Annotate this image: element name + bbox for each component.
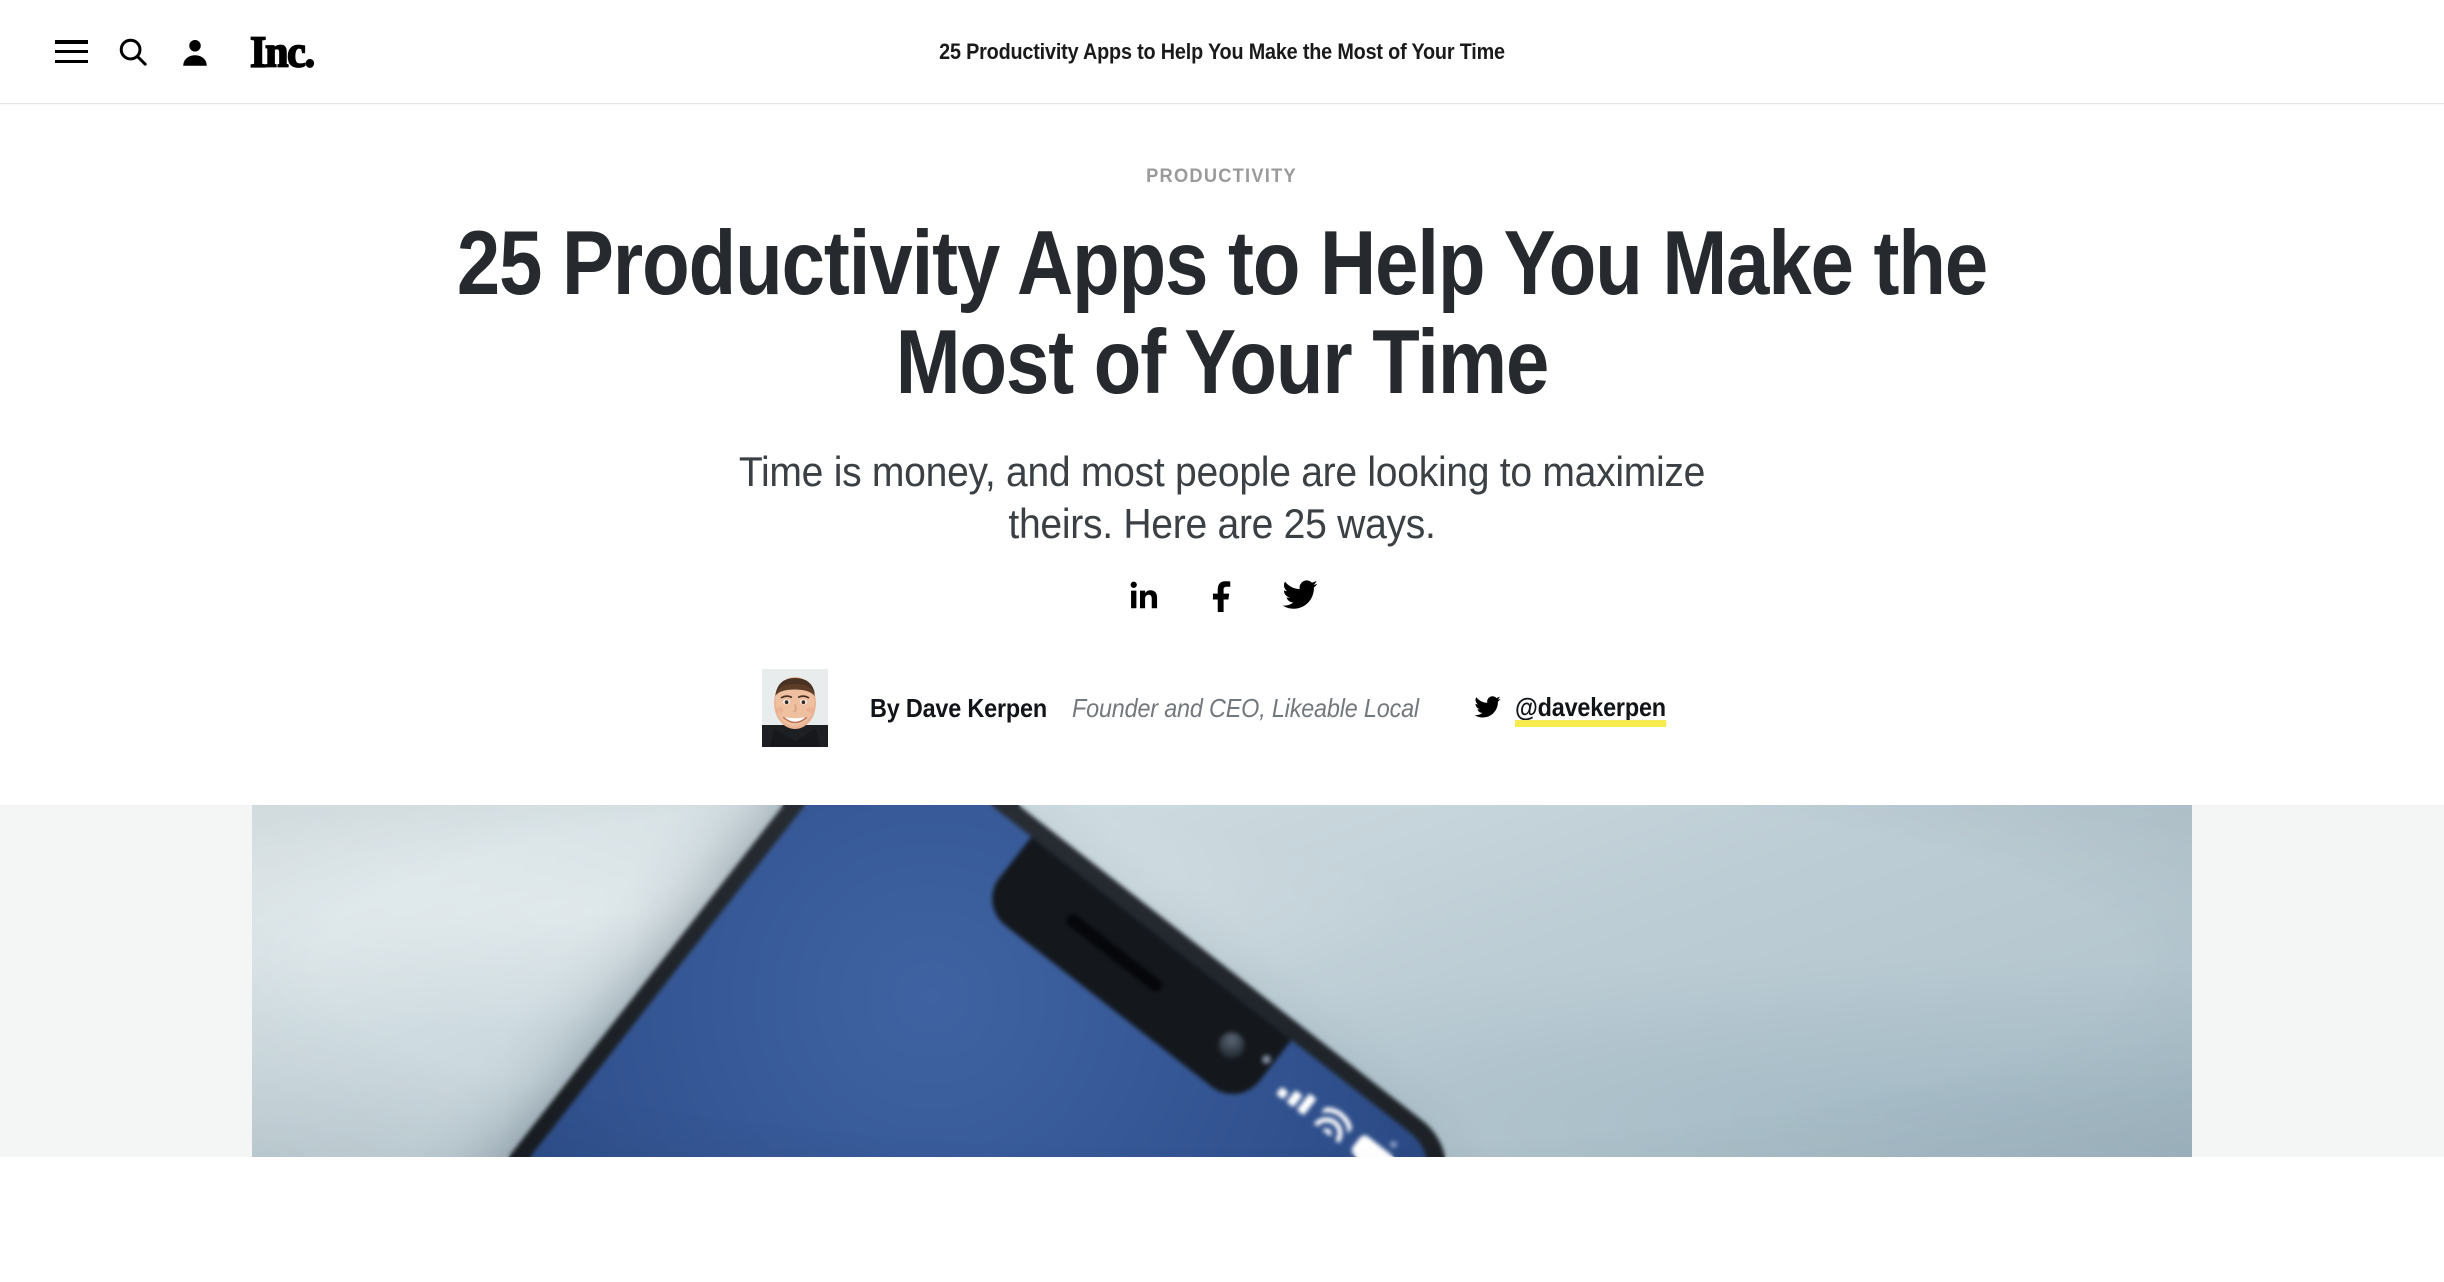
author-twitter-button[interactable] [1474,696,1501,720]
social-share-row [0,575,2444,617]
hamburger-menu-icon [54,40,88,63]
site-header: Inc. 25 Productivity Apps to Help You Ma… [0,0,2444,104]
wifi-icon [1313,1102,1356,1144]
facebook-share-button[interactable] [1201,575,1243,617]
author-twitter-handle[interactable]: @davekerpen [1514,694,1666,727]
photo-vignette [252,804,2192,1157]
hero-image-section: amera [0,804,2444,1157]
twitter-icon [1474,696,1501,720]
signal-strength-icon [1276,1077,1317,1116]
kicker-wrap: PRODUCTIVITY [0,166,2444,188]
page-title: 25 Productivity Apps to Help You Make th… [456,213,1988,414]
header-article-title: 25 Productivity Apps to Help You Make th… [939,38,1505,64]
article-header: PRODUCTIVITY 25 Productivity Apps to Hel… [0,104,2444,805]
search-button[interactable] [102,21,164,83]
phone-notch [978,836,1292,1108]
article-dek: Time is money, and most people are looki… [738,448,1706,547]
twitter-share-button[interactable] [1279,575,1321,617]
byline-text: By Dave Kerpen Founder and CEO, Likeable… [870,692,1683,727]
facebook-share-icon [1206,580,1238,612]
photo-blur-overlay [252,804,2192,1157]
search-icon [116,35,150,69]
phone-earpiece [1063,911,1165,995]
person-icon [180,36,210,68]
author-name[interactable]: By Dave Kerpen [870,695,1047,721]
phone-device: amera [252,804,1472,1157]
inc-logo[interactable]: Inc. [249,28,316,75]
hero-image[interactable]: amera [252,804,2192,1157]
hero-photo-surface: amera [252,804,2192,1157]
byline: By Dave Kerpen Founder and CEO, Likeable… [0,668,2444,805]
header-left-controls: Inc. [0,21,316,83]
account-button[interactable] [164,21,226,83]
phone-status-bar [1276,1073,1403,1157]
twitter-share-icon [1282,580,1318,612]
category-kicker[interactable]: PRODUCTIVITY [1147,166,1298,188]
linkedin-share-icon [1128,580,1160,612]
hamburger-menu-button[interactable] [40,21,102,83]
linkedin-share-button[interactable] [1123,575,1165,617]
phone-front-camera [1213,1026,1250,1064]
avatar[interactable] [761,668,828,747]
author-title: Founder and CEO, Likeable Local [1072,692,1420,723]
avatar-image [761,668,828,747]
phone-screen: amera [252,804,1448,1157]
